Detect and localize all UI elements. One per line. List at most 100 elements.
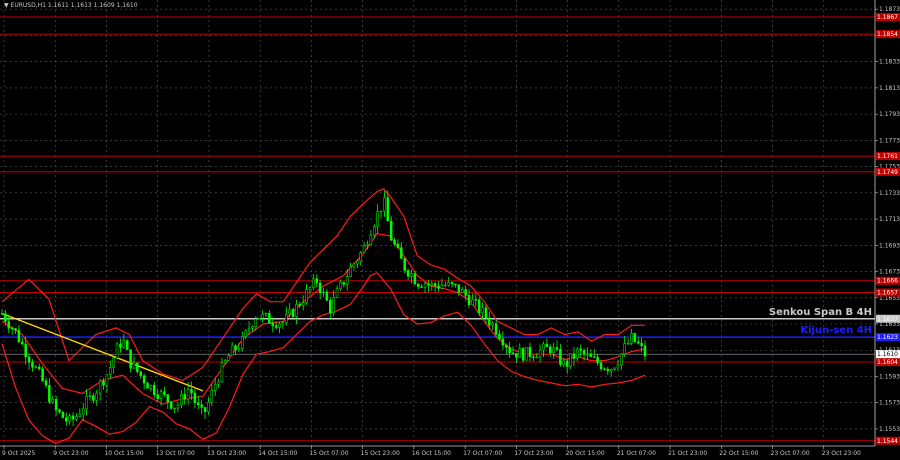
level-price-label: 1.1854	[877, 31, 898, 38]
candle-body	[430, 283, 434, 286]
candle-body	[21, 341, 24, 345]
candle-body	[88, 395, 92, 397]
level-name-label: Senkou Span B 4H	[769, 307, 872, 318]
candle-body	[491, 323, 494, 326]
candle-body	[471, 299, 474, 306]
current-price-label: 1.1610	[877, 351, 898, 358]
candle-body	[217, 381, 220, 385]
candle-body	[17, 329, 21, 343]
candle-body	[213, 384, 217, 391]
candle-body	[396, 243, 400, 248]
candle-body	[125, 340, 129, 350]
chart-area[interactable]: Senkou Span B 4H Kijun-sen 4H 1.1873 1.185…	[0, 0, 900, 460]
y-tick-label: 1.1773	[879, 137, 900, 144]
candle-body	[68, 415, 71, 422]
candle-body	[335, 288, 339, 298]
x-tick-label: 14 Oct 15:00	[258, 450, 297, 457]
candle-body	[163, 391, 166, 395]
candle-body	[535, 356, 538, 359]
candle-body	[109, 367, 112, 375]
level-price-label: 1.1657	[877, 290, 898, 297]
candle-body	[440, 285, 444, 289]
candle-body	[376, 211, 379, 227]
candle-body	[78, 413, 82, 417]
chart-background	[0, 0, 900, 460]
candle-body	[41, 368, 44, 381]
candle-body	[0, 313, 4, 315]
level-price-label: 1.1544	[877, 438, 898, 445]
candle-body	[504, 344, 508, 348]
x-tick-label: 13 Oct 07:00	[156, 450, 195, 457]
y-tick-label: 1.1833	[879, 59, 900, 66]
candle-body	[521, 348, 525, 361]
candle-body	[589, 353, 593, 357]
candle-body	[129, 349, 132, 369]
candle-body	[95, 392, 99, 401]
candle-body	[61, 411, 65, 418]
candle-body	[481, 307, 484, 314]
candle-body	[345, 276, 349, 285]
candle-body	[454, 283, 457, 286]
candle-body	[464, 289, 467, 296]
candle-body	[494, 323, 498, 335]
x-tick-label: 10 Oct 15:00	[104, 450, 143, 457]
x-tick-label: 23 Oct 07:00	[771, 450, 810, 457]
candle-body	[545, 343, 549, 347]
candle-body	[565, 360, 569, 367]
candle-body	[356, 260, 359, 265]
candle-body	[559, 349, 562, 365]
candle-body	[315, 278, 318, 284]
level-price-label: 1.1761	[877, 153, 898, 160]
candle-body	[251, 326, 254, 329]
candle-body	[447, 282, 450, 286]
candle-body	[271, 323, 274, 326]
candle-body	[318, 282, 322, 294]
candle-body	[576, 348, 579, 359]
candle-body	[562, 360, 566, 365]
candle-body	[285, 313, 288, 323]
candle-body	[329, 300, 332, 314]
candle-body	[298, 304, 302, 306]
candle-body	[136, 362, 139, 372]
candle-body	[511, 352, 515, 354]
candle-body	[643, 345, 647, 357]
chart-title: ▼ EURUSD,H1 1.1611 1.1613 1.1609 1.1610	[4, 2, 138, 9]
candle-body	[592, 356, 596, 358]
candle-body	[538, 349, 542, 358]
y-tick-label: 1.1553	[879, 426, 900, 433]
candle-body	[247, 327, 251, 332]
price-chart[interactable]: Senkou Span B 4H Kijun-sen 4H 1.1873 1.185…	[0, 0, 900, 460]
candle-body	[48, 385, 51, 403]
y-tick-label: 1.1873	[879, 6, 900, 13]
candle-body	[373, 226, 376, 236]
candle-body	[51, 398, 55, 403]
candle-body	[65, 417, 68, 422]
candle-body	[423, 283, 427, 288]
candle-body	[484, 307, 488, 319]
candle-body	[586, 353, 589, 355]
candle-body	[4, 313, 7, 322]
x-tick-label: 17 Oct 07:00	[463, 450, 502, 457]
candle-body	[623, 343, 626, 355]
x-tick-label: 15 Oct 07:00	[309, 450, 348, 457]
y-tick-label: 1.1673	[879, 269, 900, 276]
candle-body	[153, 384, 156, 395]
candle-body	[81, 408, 85, 415]
candle-body	[139, 371, 143, 376]
candle-body	[159, 391, 163, 399]
candle-body	[352, 263, 356, 268]
candle-body	[31, 362, 34, 368]
candle-body	[515, 353, 518, 358]
candle-body	[301, 302, 305, 306]
candle-body	[433, 283, 437, 287]
candle-body	[92, 395, 95, 401]
candle-body	[169, 401, 173, 409]
candle-body	[437, 285, 440, 289]
level-price-label: 1.1623	[877, 334, 898, 341]
x-tick-label: 20 Oct 15:00	[566, 450, 605, 457]
candle-body	[186, 388, 190, 400]
candle-body	[450, 282, 454, 285]
candle-body	[393, 240, 396, 245]
candle-body	[461, 289, 464, 293]
candle-body	[488, 317, 491, 326]
